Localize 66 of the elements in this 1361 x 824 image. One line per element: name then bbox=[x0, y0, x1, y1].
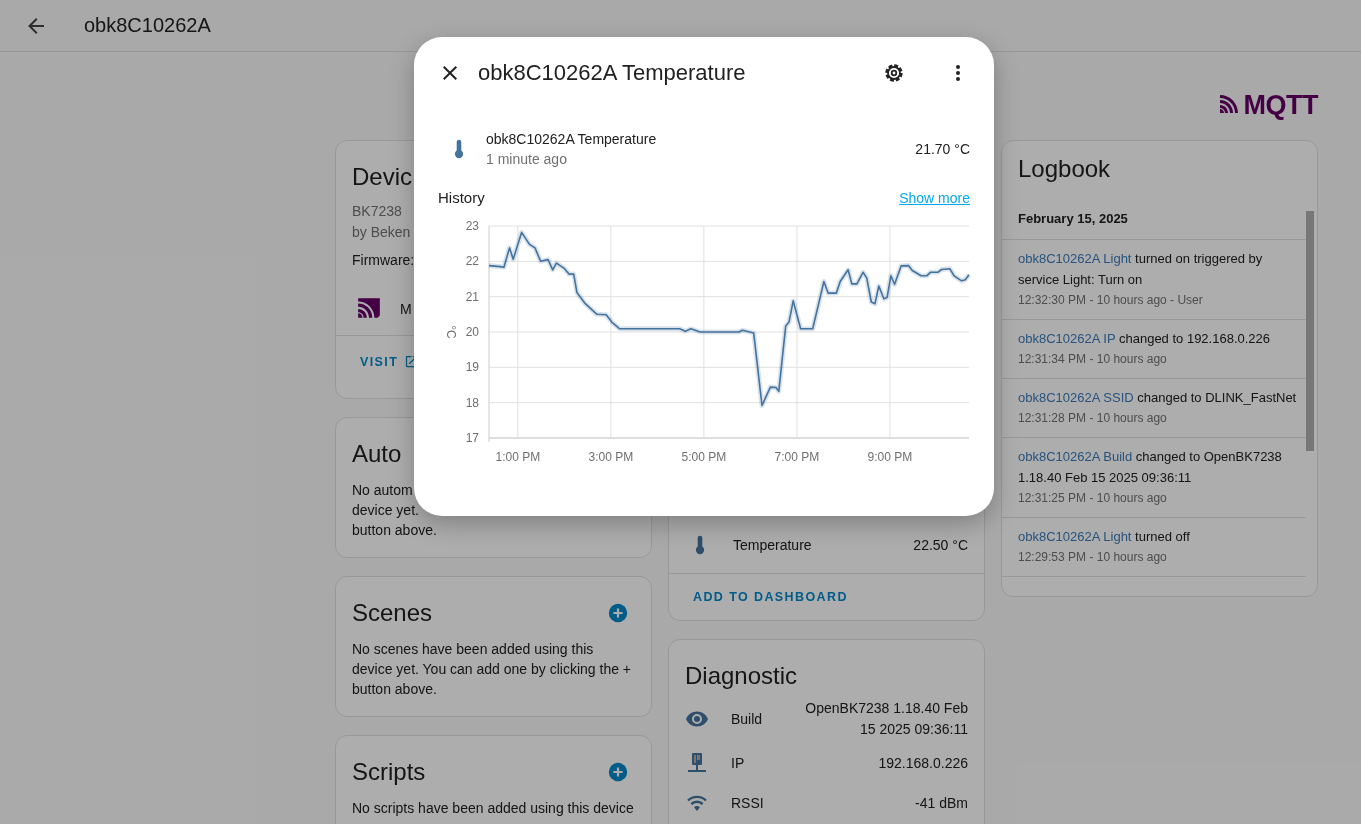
date-heading: February 15, 2025 bbox=[1002, 199, 1306, 240]
tick-label: 9:00 PM bbox=[867, 450, 913, 464]
diagnostic-name[interactable]: RSSI bbox=[731, 795, 916, 811]
log-message: obk8C10262A IP changed to 192.168.0.226 bbox=[1018, 330, 1272, 348]
visit-link[interactable]: VISIT bbox=[360, 354, 399, 369]
sensor-name[interactable]: Temperature bbox=[733, 537, 914, 553]
tick-label: 3:00 PM bbox=[588, 450, 634, 464]
entity-state: 21.70 °C bbox=[915, 141, 970, 157]
page-title: obk8C10262A bbox=[84, 14, 211, 37]
entity-link[interactable]: obk8C10262A Build bbox=[1018, 449, 1133, 464]
entity-link[interactable]: obk8C10262A Light bbox=[1018, 529, 1132, 544]
device-model: BK7238 bbox=[352, 202, 402, 221]
log-message: obk8C10262A Light turned off bbox=[1018, 528, 1191, 546]
log-time: 12:31:28 PM - 10 hours ago bbox=[1018, 410, 1168, 427]
card-description: No autom bbox=[352, 481, 413, 500]
card-title: Devic bbox=[352, 162, 412, 192]
tick-label: 18 bbox=[465, 395, 479, 410]
sensor-value: 22.50 °C bbox=[913, 537, 968, 553]
log-message: obk8C10262A Build changed to OpenBK7238 1.18.40 Feb 15 2025 09:36:11 bbox=[1018, 448, 1283, 487]
tick-label: 19 bbox=[465, 360, 479, 375]
entity-link[interactable]: obk8C10262A Light bbox=[1018, 251, 1132, 266]
log-message: obk8C10262A Light turned on triggered by service Light: Turn on bbox=[1018, 250, 1264, 289]
card-title: Logbook bbox=[1017, 154, 1112, 184]
tick-label: 5:00 PM bbox=[681, 450, 727, 464]
firmware-label: Firmware: bbox=[352, 251, 415, 270]
dialog-title: obk8C10262A Temperature bbox=[478, 60, 747, 86]
entity-link[interactable]: obk8C10262A SSID bbox=[1018, 390, 1134, 405]
card-title: Scenes bbox=[352, 598, 433, 628]
show-more-link[interactable]: Show more bbox=[899, 189, 970, 206]
diagnostic-name[interactable]: Build bbox=[731, 711, 793, 727]
diagnostic-value: -41 dBm bbox=[915, 793, 968, 813]
mqtt-logo: MQTT bbox=[1001, 88, 1318, 122]
tick-label: 23 bbox=[465, 219, 479, 233]
device-manufacturer: by Beken bbox=[352, 223, 411, 242]
tick-label: 1:00 PM bbox=[495, 450, 541, 464]
entity-link[interactable]: obk8C10262A IP bbox=[1018, 331, 1116, 346]
log-time: 12:29:53 PM - 10 hours ago bbox=[1018, 549, 1168, 566]
tick-label: 21 bbox=[465, 289, 479, 304]
tick-label: 7:00 PM bbox=[774, 450, 820, 464]
log-time: 12:31:25 PM - 10 hours ago bbox=[1018, 490, 1168, 507]
add-to-dashboard-button[interactable]: ADD TO DASHBOARD bbox=[693, 590, 848, 604]
diagnostic-name[interactable]: IP bbox=[731, 755, 879, 771]
add-icon[interactable] bbox=[607, 761, 629, 783]
diagnostic-value: OpenBK7238 1.18.40 Feb 15 2025 09:36:11 bbox=[804, 699, 968, 739]
tick-label: 20 bbox=[465, 325, 479, 339]
log-message: obk8C10262A SSID changed to DLINK_FastNet bbox=[1018, 389, 1298, 407]
card-description: device yet. bbox=[352, 501, 419, 520]
card-description: button above. bbox=[352, 521, 437, 540]
settings-icon[interactable] bbox=[882, 61, 906, 85]
entity-name: obk8C10262A Temperature bbox=[486, 130, 658, 149]
axis-label: °C bbox=[444, 325, 458, 339]
card-description: No scenes have been added using this device yet. You can add one by clicking the + button above. bbox=[352, 640, 633, 699]
log-time: 12:32:30 PM - 10 hours ago - User bbox=[1018, 292, 1204, 309]
log-time: 12:31:34 PM - 10 hours ago bbox=[1018, 351, 1168, 368]
card-title: Auto bbox=[352, 439, 402, 469]
tick-label: 22 bbox=[465, 254, 479, 269]
card-title: Scripts bbox=[352, 757, 426, 787]
diagnostic-value: 192.168.0.226 bbox=[878, 753, 968, 773]
card-description: No scripts have been added using this device bbox=[352, 799, 635, 818]
history-heading: History bbox=[438, 189, 485, 206]
tick-label: 17 bbox=[465, 431, 479, 445]
network-icon bbox=[685, 751, 709, 775]
last-changed: 1 minute ago bbox=[486, 150, 568, 169]
integration-name[interactable]: M bbox=[400, 301, 412, 317]
card-title: Diagnostic bbox=[685, 661, 799, 691]
add-icon[interactable] bbox=[607, 602, 629, 624]
